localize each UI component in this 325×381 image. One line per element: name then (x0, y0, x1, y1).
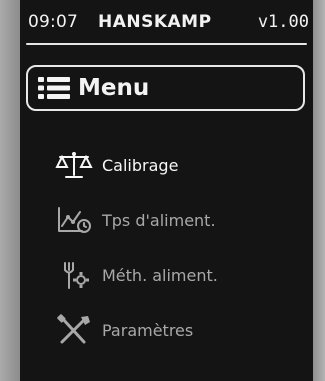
menu-item-label: Tps d'aliment. (102, 210, 216, 230)
menu-item-parametres[interactable]: Paramètres (54, 313, 193, 347)
list-menu-icon (38, 77, 70, 99)
status-bar: 09:07 HANSKAMP v1.00 (20, 0, 313, 46)
device-bezel-right (313, 0, 325, 381)
menu-item-label: Méth. aliment. (102, 265, 218, 285)
clock-time: 09:07 (28, 12, 78, 32)
status-divider (26, 43, 307, 45)
menu-item-tps-aliment[interactable]: Tps d'aliment. (54, 203, 216, 237)
feed-gear-icon (64, 262, 89, 289)
menu-item-label: Calibrage (102, 155, 179, 175)
tools-icon (57, 314, 90, 344)
menu-header-button[interactable]: Menu (26, 65, 305, 111)
menu-item-calibrage[interactable]: Calibrage (54, 148, 178, 182)
brand-name: HANSKAMP (98, 12, 212, 32)
balance-scale-icon (55, 152, 93, 178)
display-screen: 09:07 HANSKAMP v1.00 Menu Calibrage Tps … (20, 0, 313, 381)
device-bezel-left (0, 0, 20, 381)
menu-title: Menu (78, 75, 150, 101)
menu-item-label: Paramètres (102, 320, 194, 340)
firmware-version: v1.00 (257, 12, 309, 32)
menu-item-meth-aliment[interactable]: Méth. aliment. (54, 258, 218, 292)
chart-clock-icon (58, 207, 91, 233)
